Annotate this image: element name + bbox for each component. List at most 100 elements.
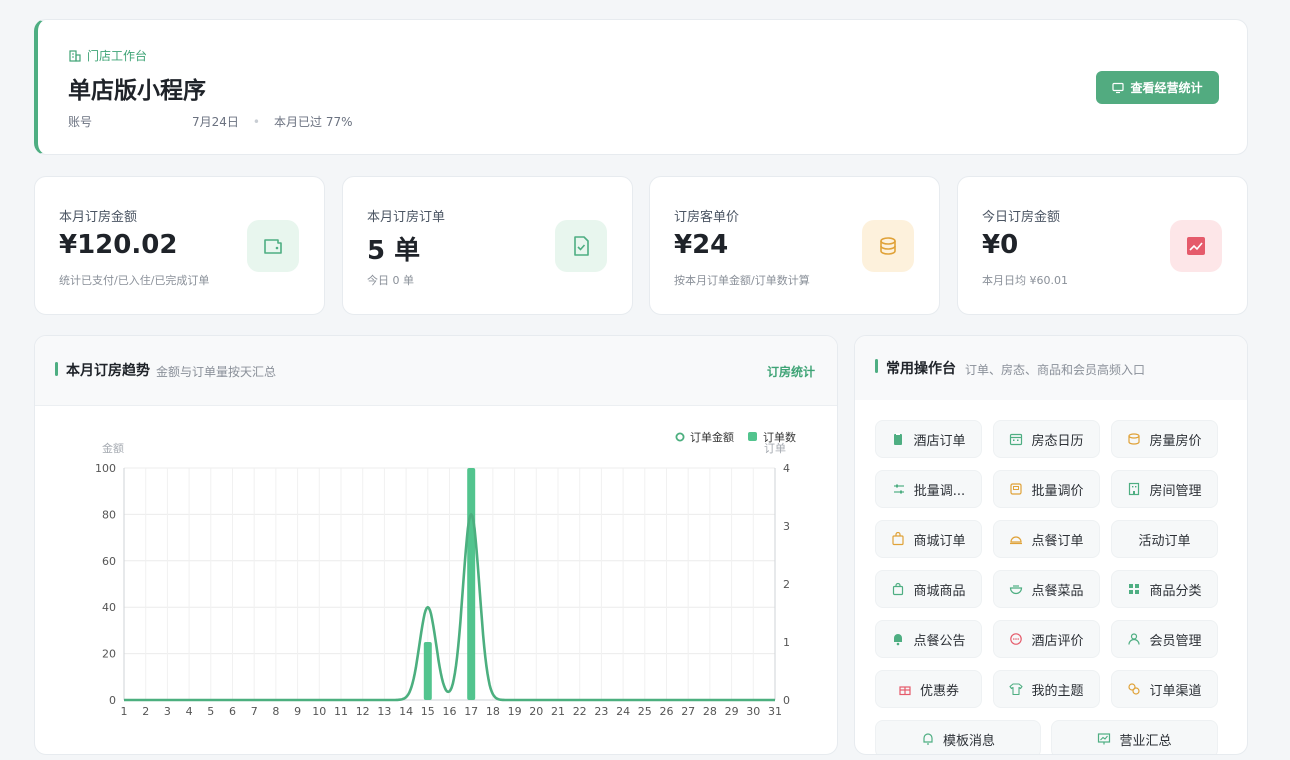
metric-card-month-orders: 本月订房订单 5 单 今日 0 单 bbox=[342, 176, 633, 315]
ops-item-button[interactable]: 房间管理 bbox=[1111, 470, 1218, 508]
metric-label: 本月订房订单 bbox=[367, 210, 446, 225]
ops-subtitle: 订单、房态、商品和会员高频入口 bbox=[965, 363, 1146, 377]
account-label: 账号 bbox=[68, 115, 93, 129]
x-tick-label: 29 bbox=[725, 705, 739, 718]
header-tag: 门店工作台 bbox=[69, 47, 147, 64]
chat-icon bbox=[1009, 632, 1023, 646]
ops-item-button[interactable]: 房量房价 bbox=[1111, 420, 1218, 458]
x-tick-label: 22 bbox=[573, 705, 587, 718]
ops-item-label: 点餐订单 bbox=[1031, 533, 1084, 549]
ops-item-button[interactable]: 商城商品 bbox=[875, 570, 982, 608]
ops-item-button[interactable]: 批量调... bbox=[875, 470, 982, 508]
x-tick-label: 27 bbox=[681, 705, 695, 718]
ops-item-button[interactable]: 批量调价 bbox=[993, 470, 1100, 508]
ops-item-button[interactable]: 点餐订单 bbox=[993, 520, 1100, 558]
y-axis-title-left: 金额 bbox=[102, 441, 124, 455]
current-date: 7月24日 bbox=[192, 115, 239, 129]
ops-item-button[interactable]: 点餐菜品 bbox=[993, 570, 1100, 608]
ops-item-button[interactable]: 模板消息 bbox=[875, 720, 1041, 754]
x-tick-label: 9 bbox=[294, 705, 301, 718]
metric-sub: 今日 0 单 bbox=[367, 274, 414, 287]
y-tick-right: 3 bbox=[783, 520, 790, 533]
ops-item-button[interactable]: 房态日历 bbox=[993, 420, 1100, 458]
legend-marker-amount bbox=[675, 432, 685, 442]
x-tick-label: 24 bbox=[616, 705, 630, 718]
trend-card: 本月订房趋势 金额与订单量按天汇总 订房统计 0 20 40 60 80 100 0 1 2 3 4… bbox=[34, 335, 838, 755]
metric-label: 今日订房金额 bbox=[982, 210, 1061, 225]
ops-item-label: 商城商品 bbox=[913, 583, 966, 599]
ops-item-button[interactable]: 优惠券 bbox=[875, 670, 982, 708]
metric-value: 5 单 bbox=[367, 236, 421, 266]
ops-item-label: 我的主题 bbox=[1031, 683, 1084, 699]
y-tick-right: 4 bbox=[783, 462, 790, 475]
ops-item-label: 房量房价 bbox=[1149, 433, 1202, 449]
monitor-icon bbox=[1112, 82, 1125, 93]
x-tick-label: 31 bbox=[768, 705, 782, 718]
trend-title: 本月订房趋势 bbox=[66, 363, 150, 379]
metric-label: 订房客单价 bbox=[674, 210, 740, 225]
metric-value: ¥24 bbox=[674, 230, 729, 260]
bar-mark bbox=[467, 468, 476, 700]
ops-item-button[interactable]: 商品分类 bbox=[1111, 570, 1218, 608]
ops-item-label: 商城订单 bbox=[913, 533, 966, 549]
x-tick-label: 5 bbox=[207, 705, 214, 718]
trend-header: 本月订房趋势 金额与订单量按天汇总 订房统计 bbox=[35, 336, 837, 406]
store-header-card: 门店工作台 单店版小程序 账号 7月24日 • 本月已过 77% 查看经营统计 bbox=[34, 19, 1248, 155]
trend-icon bbox=[1170, 220, 1222, 272]
bag-icon bbox=[891, 582, 905, 596]
ops-item-button[interactable]: 会员管理 bbox=[1111, 620, 1218, 658]
ops-item-label: 模板消息 bbox=[942, 733, 995, 749]
metric-card-today-amount: 今日订房金额 ¥0 本月日均 ¥60.01 bbox=[957, 176, 1248, 315]
x-tick-label: 6 bbox=[229, 705, 236, 718]
ops-title: 常用操作台 bbox=[886, 361, 956, 377]
x-tick-label: 1 bbox=[121, 705, 128, 718]
channel-icon bbox=[1127, 682, 1141, 696]
building-icon bbox=[1127, 482, 1141, 496]
ops-item-button[interactable]: 酒店评价 bbox=[993, 620, 1100, 658]
x-tick-label: 12 bbox=[356, 705, 370, 718]
metric-sub: 本月日均 ¥60.01 bbox=[982, 274, 1068, 287]
food-cover-icon bbox=[1009, 532, 1023, 546]
ops-item-label: 房间管理 bbox=[1149, 483, 1202, 499]
legend-label-amount: 订单金额 bbox=[690, 430, 734, 444]
x-tick-label: 28 bbox=[703, 705, 717, 718]
metric-value: ¥0 bbox=[982, 230, 1019, 260]
store-icon bbox=[69, 49, 81, 62]
metric-card-month-amount: 本月订房金额 ¥120.02 统计已支付/已入住/已完成订单 bbox=[34, 176, 325, 315]
title-accent-bar bbox=[55, 362, 58, 376]
ops-item-label: 订单渠道 bbox=[1149, 683, 1202, 699]
ops-item-button[interactable]: 活动订单 bbox=[1111, 520, 1218, 558]
bell-icon bbox=[891, 632, 905, 646]
shopping-bag-icon bbox=[891, 532, 905, 546]
y-tick-right: 1 bbox=[783, 636, 790, 649]
ops-item-button[interactable]: 点餐公告 bbox=[875, 620, 982, 658]
y-tick-right: 0 bbox=[783, 694, 790, 707]
page-title: 单店版小程序 bbox=[68, 78, 206, 104]
chart-board-icon bbox=[1097, 732, 1111, 746]
ops-item-label: 酒店订单 bbox=[913, 433, 966, 449]
calendar-icon bbox=[1009, 432, 1023, 446]
ops-item-button[interactable]: 酒店订单 bbox=[875, 420, 982, 458]
y-tick-left: 100 bbox=[95, 462, 116, 475]
ops-item-button[interactable]: 营业汇总 bbox=[1051, 720, 1218, 754]
ops-header: 常用操作台 订单、房态、商品和会员高频入口 bbox=[855, 336, 1247, 400]
ops-item-label: 批量调... bbox=[913, 483, 966, 499]
trend-chart: 020406080100012341 2 3 4 5 6 7 8 9 10 11 12 13 14 15 16… bbox=[95, 430, 796, 718]
view-stats-button[interactable]: 查看经营统计 bbox=[1096, 71, 1219, 104]
ops-item-label: 点餐菜品 bbox=[1031, 583, 1084, 599]
ops-item-button[interactable]: 我的主题 bbox=[993, 670, 1100, 708]
ops-item-label: 房态日历 bbox=[1031, 433, 1084, 449]
x-tick-label: 7 bbox=[251, 705, 258, 718]
ops-item-button[interactable]: 订单渠道 bbox=[1111, 670, 1218, 708]
ops-item-label: 活动订单 bbox=[1138, 533, 1191, 549]
x-tick-label: 13 bbox=[377, 705, 391, 718]
ops-item-button[interactable]: 商城订单 bbox=[875, 520, 982, 558]
x-tick-label: 20 bbox=[529, 705, 543, 718]
booking-stats-link[interactable]: 订房统计 bbox=[767, 363, 815, 380]
y-tick-right: 2 bbox=[783, 578, 790, 591]
user-icon bbox=[1127, 632, 1141, 646]
title-accent-bar bbox=[875, 359, 878, 373]
view-stats-label: 查看经营统计 bbox=[1130, 81, 1203, 95]
y-tick-left: 60 bbox=[102, 555, 116, 568]
coins-icon bbox=[1127, 432, 1141, 446]
